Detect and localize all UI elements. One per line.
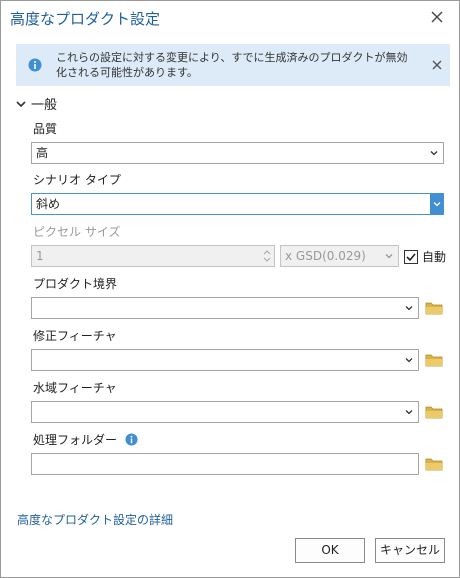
spinner-icon bbox=[262, 247, 272, 265]
product-boundary-select[interactable] bbox=[31, 297, 419, 319]
banner-message: これらの設定に対する変更により、すでに生成済みのプロダクトが無効化される可能性が… bbox=[56, 51, 408, 79]
product-boundary-label: プロダクト境界 bbox=[33, 277, 118, 291]
info-icon bbox=[28, 58, 42, 72]
chevron-down-icon bbox=[430, 194, 443, 214]
checkbox-box[interactable] bbox=[404, 249, 418, 264]
folder-icon[interactable] bbox=[425, 353, 443, 367]
chevron-down-icon bbox=[402, 298, 416, 318]
section-general-toggle[interactable]: 一般 bbox=[16, 94, 57, 113]
quality-value: 高 bbox=[36, 146, 49, 160]
scenario-type-label: シナリオ タイプ bbox=[33, 173, 121, 187]
cancel-button[interactable]: キャンセル bbox=[375, 538, 445, 563]
correction-features-select[interactable] bbox=[31, 349, 419, 371]
processing-folder-label-text: 処理フォルダー bbox=[33, 433, 118, 447]
advanced-product-settings-dialog: 高度なプロダクト設定 これらの設定に対する変更により、すでに生成済みのプロダクト… bbox=[0, 0, 460, 578]
pixel-size-unit: x GSD(0.029) bbox=[285, 249, 366, 263]
pixel-size-value: 1 bbox=[36, 249, 44, 263]
chevron-down-icon bbox=[16, 100, 26, 107]
quality-label: 品質 bbox=[33, 122, 58, 136]
info-icon[interactable] bbox=[125, 433, 138, 449]
banner-close-icon[interactable] bbox=[431, 59, 443, 71]
folder-icon[interactable] bbox=[425, 405, 443, 419]
pixel-size-input[interactable]: 1 bbox=[31, 245, 275, 267]
close-icon[interactable] bbox=[427, 7, 447, 27]
scenario-type-value: 斜め bbox=[36, 197, 61, 211]
pixel-size-label: ピクセル サイズ bbox=[33, 225, 121, 239]
chevron-down-icon bbox=[382, 246, 396, 266]
checkmark-icon bbox=[406, 252, 416, 261]
auto-checkbox[interactable]: 自動 bbox=[404, 248, 446, 265]
processing-folder-label: 処理フォルダー bbox=[33, 431, 138, 449]
folder-icon[interactable] bbox=[425, 457, 443, 471]
learn-more-link[interactable]: 高度なプロダクト設定の詳細 bbox=[17, 511, 173, 528]
scenario-type-select[interactable]: 斜め bbox=[31, 193, 444, 215]
info-banner: これらの設定に対する変更により、すでに生成済みのプロダクトが無効化される可能性が… bbox=[16, 44, 450, 86]
water-features-label: 水域フィーチャ bbox=[33, 381, 117, 395]
pixel-size-unit-select[interactable]: x GSD(0.029) bbox=[280, 245, 399, 267]
dialog-title: 高度なプロダクト設定 bbox=[10, 10, 161, 28]
processing-folder-input[interactable] bbox=[31, 453, 419, 475]
quality-select[interactable]: 高 bbox=[31, 142, 444, 164]
chevron-down-icon bbox=[402, 350, 416, 370]
folder-icon[interactable] bbox=[425, 301, 443, 315]
ok-button[interactable]: OK bbox=[295, 538, 365, 563]
chevron-down-icon bbox=[427, 143, 441, 163]
correction-features-label: 修正フィーチャ bbox=[33, 329, 117, 343]
water-features-select[interactable] bbox=[31, 401, 419, 423]
chevron-down-icon bbox=[402, 402, 416, 422]
auto-label: 自動 bbox=[422, 250, 447, 264]
section-title: 一般 bbox=[31, 98, 58, 113]
